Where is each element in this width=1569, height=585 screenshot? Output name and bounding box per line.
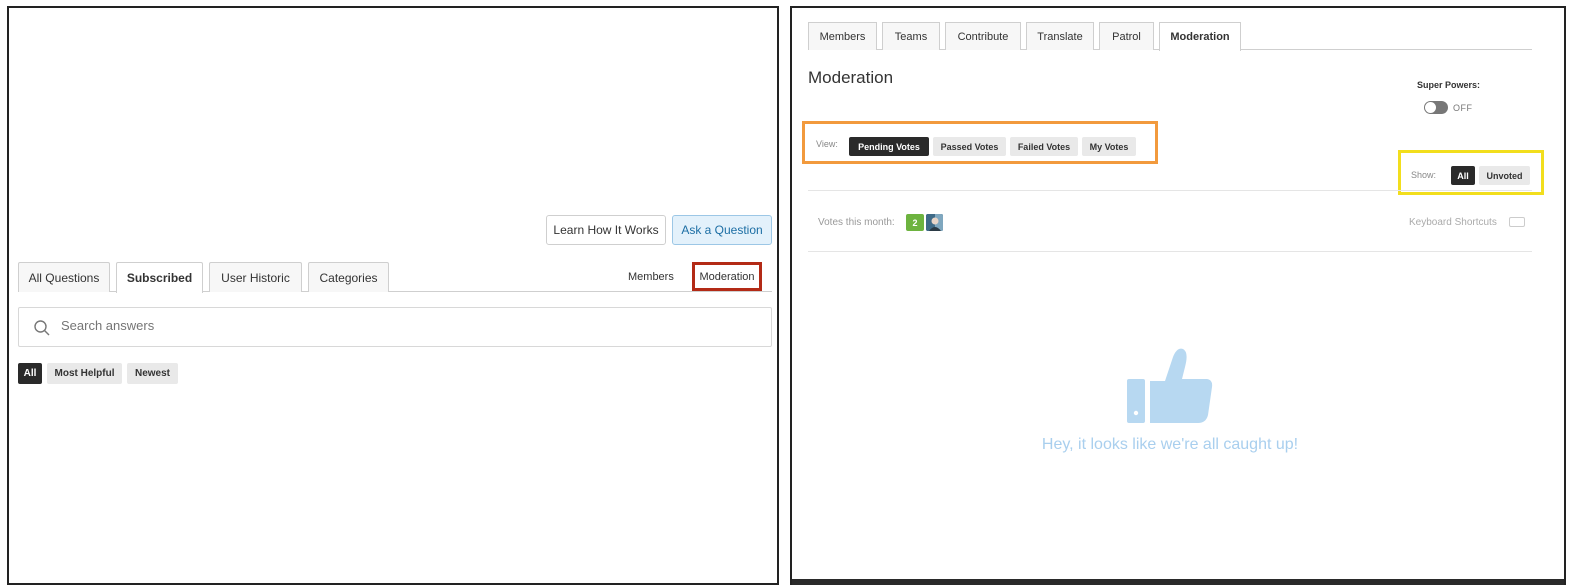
tab-members[interactable]: Members xyxy=(808,22,877,50)
super-powers-label: Super Powers: xyxy=(1417,80,1481,90)
show-all-button[interactable]: All xyxy=(1451,166,1475,185)
bottom-edge xyxy=(792,579,1564,585)
votes-count-badge: 2 xyxy=(906,214,924,231)
tab-translate[interactable]: Translate xyxy=(1026,22,1094,50)
page-title: Moderation xyxy=(808,68,894,87)
passed-votes-button[interactable]: Passed Votes xyxy=(933,137,1006,156)
members-link[interactable]: Members xyxy=(628,271,674,283)
tab-subscribed[interactable]: Subscribed xyxy=(116,262,203,293)
view-label: View: xyxy=(816,139,838,149)
divider xyxy=(808,251,1532,252)
failed-votes-button[interactable]: Failed Votes xyxy=(1010,137,1078,156)
filter-newest-button[interactable]: Newest xyxy=(127,363,178,384)
thumbs-up-icon xyxy=(1127,348,1213,423)
tab-moderation[interactable]: Moderation xyxy=(1159,22,1241,51)
moderation-link[interactable]: Moderation xyxy=(692,262,762,291)
tab-contribute[interactable]: Contribute xyxy=(945,22,1021,50)
pending-votes-button[interactable]: Pending Votes xyxy=(849,137,929,156)
tab-patrol[interactable]: Patrol xyxy=(1099,22,1154,50)
search-input[interactable] xyxy=(61,318,461,333)
keyboard-shortcuts-link[interactable]: Keyboard Shortcuts xyxy=(1409,217,1497,228)
search-icon xyxy=(34,320,50,336)
tab-user-historic[interactable]: User Historic xyxy=(209,262,302,292)
filter-most-helpful-button[interactable]: Most Helpful xyxy=(47,363,122,384)
ask-question-button[interactable]: Ask a Question xyxy=(672,215,772,245)
learn-how-it-works-button[interactable]: Learn How It Works xyxy=(546,215,666,245)
moderation-panel: Members Teams Contribute Translate Patro… xyxy=(790,6,1566,585)
keyboard-icon[interactable] xyxy=(1509,217,1525,227)
my-votes-button[interactable]: My Votes xyxy=(1082,137,1136,156)
toggle-knob xyxy=(1425,102,1436,113)
divider xyxy=(808,190,1532,191)
show-unvoted-button[interactable]: Unvoted xyxy=(1479,166,1530,185)
tab-teams[interactable]: Teams xyxy=(882,22,940,50)
moderation-tab-bar: Members Teams Contribute Translate Patro… xyxy=(808,22,1532,51)
answers-panel: Learn How It Works Ask a Question All Qu… xyxy=(7,6,779,585)
show-filter-group: Show: All Unvoted xyxy=(1398,150,1544,195)
filter-all-button[interactable]: All xyxy=(18,363,42,384)
view-filter-group: View: Pending Votes Passed Votes Failed … xyxy=(802,121,1158,164)
tab-all-questions[interactable]: All Questions xyxy=(18,262,110,292)
empty-state-message: Hey, it looks like we're all caught up! xyxy=(1041,436,1299,453)
search-bar[interactable] xyxy=(18,307,772,347)
super-powers-toggle[interactable] xyxy=(1424,101,1448,114)
votes-this-month-label: Votes this month: xyxy=(818,217,895,228)
answers-tab-bar: All Questions Subscribed User Historic C… xyxy=(18,262,772,293)
show-label: Show: xyxy=(1411,170,1437,180)
tab-categories[interactable]: Categories xyxy=(308,262,389,292)
avatar[interactable] xyxy=(926,214,943,231)
avatar-image xyxy=(926,214,943,231)
super-powers-state: OFF xyxy=(1453,103,1473,113)
